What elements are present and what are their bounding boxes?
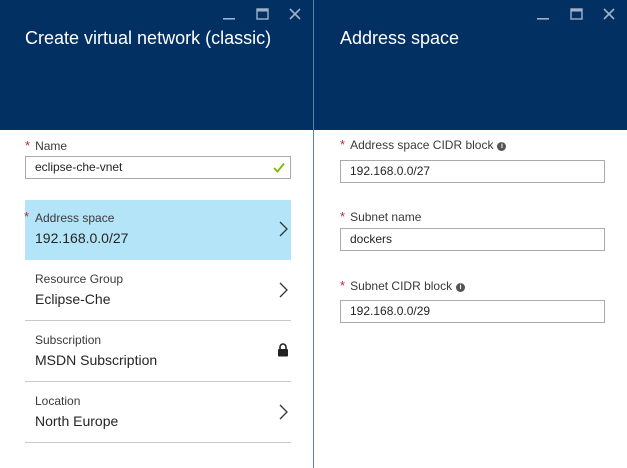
cidr-block-label: * Address space CIDR block i [340, 137, 507, 152]
required-mark: * [25, 138, 31, 153]
resource-group-item[interactable]: Resource Group Eclipse-Che [25, 261, 291, 321]
required-mark: * [24, 209, 30, 224]
cidr-block-input[interactable]: 192.168.0.0/27 [340, 160, 605, 183]
cidr-block-input-value: 192.168.0.0/27 [350, 164, 431, 178]
minimize-icon[interactable] [533, 5, 553, 23]
lock-icon [278, 343, 288, 357]
required-mark: * [340, 278, 346, 293]
address-space-item[interactable]: * Address space 192.168.0.0/27 [24, 200, 291, 260]
chevron-right-icon [279, 221, 288, 237]
blade-title: Create virtual network (classic) [25, 28, 272, 48]
checkmark-icon [273, 162, 285, 173]
location-label: Location [35, 394, 81, 408]
info-icon[interactable]: i [497, 142, 507, 151]
close-icon[interactable] [285, 5, 305, 23]
location-value: North Europe [35, 413, 119, 429]
location-item[interactable]: Location North Europe [25, 383, 291, 443]
subnet-cidr-input[interactable]: 192.168.0.0/29 [340, 300, 605, 323]
subnet-cidr-label: * Subnet CIDR block i [340, 278, 466, 293]
address-space-label: Address space [35, 211, 115, 225]
name-input-value: eclipse-che-vnet [35, 160, 123, 174]
maximize-icon[interactable] [566, 5, 586, 23]
name-input[interactable]: eclipse-che-vnet [25, 156, 291, 179]
name-label-text: Name [35, 139, 68, 153]
cidr-block-label-text: Address space CIDR block [350, 138, 494, 152]
subnet-name-input-value: dockers [350, 232, 393, 246]
create-vnet-blade: Create virtual network (classic) * Name e… [0, 0, 313, 468]
subnet-name-input[interactable]: dockers [340, 228, 605, 251]
maximize-icon[interactable] [252, 5, 272, 23]
subscription-value: MSDN Subscription [35, 352, 158, 368]
address-space-value: 192.168.0.0/27 [35, 230, 129, 246]
required-mark: * [340, 209, 346, 224]
chevron-right-icon [279, 282, 288, 298]
chevron-right-icon [279, 404, 288, 420]
address-space-blade: Address space * Address space CIDR block i… [314, 0, 627, 468]
info-icon[interactable]: i [456, 283, 466, 292]
subscription-item: Subscription MSDN Subscription [25, 322, 291, 382]
minimize-icon[interactable] [219, 5, 239, 23]
name-label: * Name [25, 138, 67, 153]
window-controls [520, 5, 619, 23]
resource-group-value: Eclipse-Che [35, 291, 111, 307]
resource-group-label: Resource Group [35, 272, 124, 286]
required-mark: * [340, 137, 346, 152]
window-controls [206, 5, 305, 23]
subnet-cidr-input-value: 192.168.0.0/29 [350, 304, 431, 318]
subnet-cidr-label-text: Subnet CIDR block [350, 279, 453, 293]
close-icon[interactable] [599, 5, 619, 23]
blade-title: Address space [340, 28, 460, 48]
blade-header: Create virtual network (classic) [0, 0, 313, 130]
subscription-label: Subscription [35, 333, 102, 347]
subnet-name-label: * Subnet name [340, 209, 421, 224]
subnet-name-label-text: Subnet name [350, 210, 422, 224]
blade-header: Address space [314, 0, 627, 130]
